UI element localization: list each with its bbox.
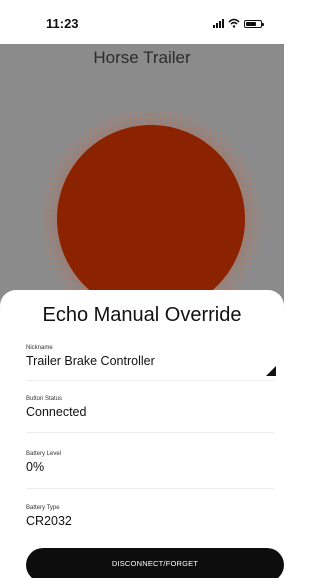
disconnect-forget-button[interactable]: DISCONNECT/FORGET — [26, 548, 284, 578]
button-status-field: Button Status Connected — [26, 395, 262, 420]
divider — [26, 488, 274, 489]
divider — [26, 380, 274, 381]
button-status-value: Connected — [26, 405, 87, 419]
device-title: Horse Trailer — [93, 48, 191, 67]
battery-level-label: Battery Level — [26, 451, 62, 457]
nickname-value: Trailer Brake Controller — [26, 354, 155, 368]
cellular-signal-icon — [213, 19, 224, 28]
status-bar: 11:23 — [0, 0, 284, 44]
button-status-label: Button Status — [26, 396, 63, 402]
sheet-title: Echo Manual Override — [42, 304, 242, 326]
battery-type-field: Battery Type CR2032 — [26, 504, 262, 529]
settings-sheet: Echo Manual Override Nickname Trailer Br… — [0, 290, 284, 578]
status-core — [57, 125, 245, 313]
battery-icon — [244, 20, 264, 28]
nickname-label: Nickname — [26, 345, 53, 351]
status-time: 11:23 — [46, 16, 79, 31]
app-screen: 11:23 Horse Trailer Echo Manual Override… — [0, 0, 284, 578]
battery-type-label: Battery Type — [26, 505, 60, 511]
dropdown-corner-icon[interactable] — [266, 366, 276, 376]
nickname-field[interactable]: Nickname Trailer Brake Controller — [26, 344, 262, 369]
wifi-icon — [228, 18, 240, 28]
status-icons — [213, 18, 264, 28]
battery-level-value: 0% — [26, 460, 45, 474]
battery-type-value: CR2032 — [26, 514, 72, 528]
battery-level-field: Battery Level 0% — [26, 450, 262, 475]
divider — [26, 432, 274, 433]
